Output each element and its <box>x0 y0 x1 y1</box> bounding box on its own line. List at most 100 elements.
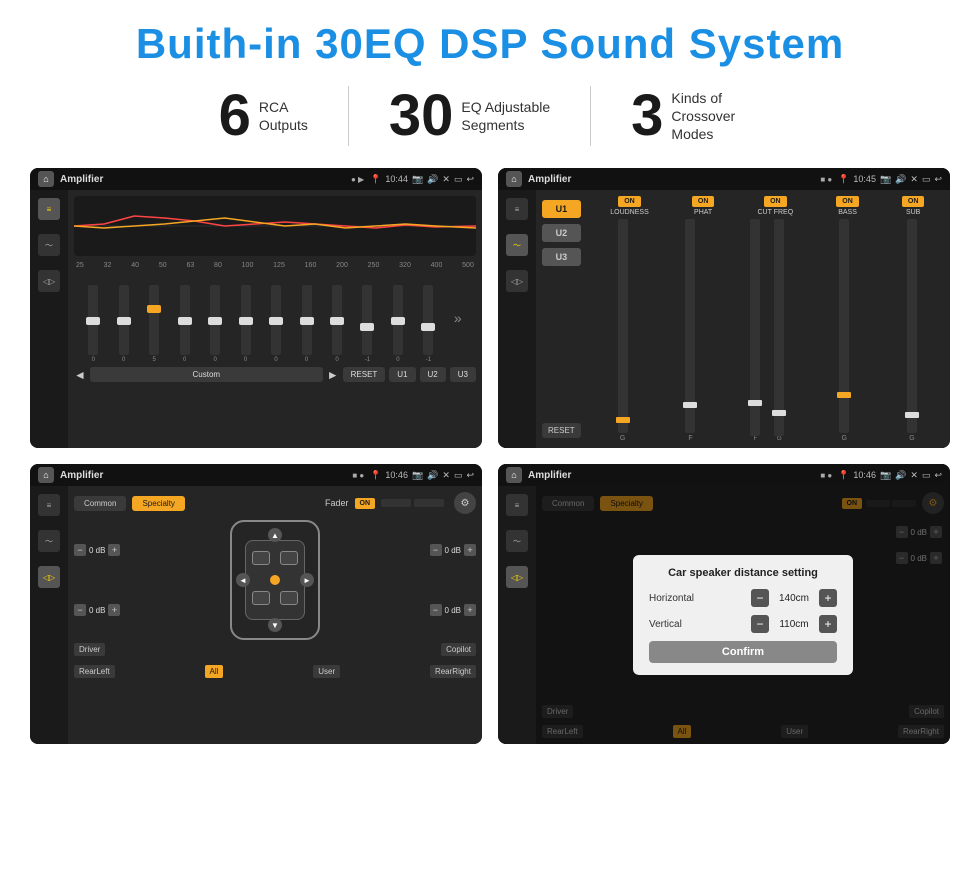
all-btn[interactable]: All <box>205 665 224 678</box>
speaker-icon-3[interactable]: ◁▷ <box>38 566 60 588</box>
reset-btn[interactable]: RESET <box>343 367 386 382</box>
db-plus-tr[interactable]: + <box>464 544 476 556</box>
location-icon-4: 📍 <box>838 470 849 481</box>
db-plus-tl[interactable]: + <box>108 544 120 556</box>
screen1-sidebar: ≡ 〜 ◁▷ <box>30 190 68 448</box>
wave-icon-3[interactable]: 〜 <box>38 530 60 552</box>
status-bar-3: ⌂ Amplifier ■ ● 📍 10:46 📷 🔊 ✕ ▭ ↩ <box>30 464 482 486</box>
prev-btn[interactable]: ◄ <box>74 368 86 382</box>
u-buttons: U1 U2 U3 RESET <box>542 196 585 442</box>
speaker-icon-2[interactable]: ◁▷ <box>506 270 528 292</box>
screen3-sidebar: ≡ 〜 ◁▷ <box>30 486 68 744</box>
eq-slider-1: 0 <box>119 285 129 363</box>
stat-number-crossover: 3 <box>631 87 663 145</box>
vertical-minus[interactable]: − <box>751 615 769 633</box>
screen2-reset[interactable]: RESET <box>542 423 581 438</box>
loudness-on[interactable]: ON <box>618 196 641 207</box>
db-plus-br[interactable]: + <box>464 604 476 616</box>
copilot-btn[interactable]: Copilot <box>441 643 476 656</box>
fader-on[interactable]: ON <box>355 498 376 509</box>
eq-slider-9: -1 <box>362 285 372 363</box>
wave-icon-2[interactable]: 〜 <box>506 234 528 256</box>
arrow-down[interactable]: ▼ <box>268 618 282 632</box>
location-icon-3: 📍 <box>370 470 381 481</box>
app-name-2: Amplifier <box>528 174 814 185</box>
db-minus-bl[interactable]: − <box>74 604 86 616</box>
ch-phat: ON PHAT <box>692 196 715 216</box>
db-minus-br[interactable]: − <box>430 604 442 616</box>
next-btn[interactable]: ► <box>327 368 339 382</box>
rearleft-btn[interactable]: RearLeft <box>74 665 115 678</box>
speaker-icon[interactable]: ◁▷ <box>38 270 60 292</box>
wave-icon-4[interactable]: 〜 <box>506 530 528 552</box>
seat-rl <box>252 591 270 605</box>
custom-preset[interactable]: Custom <box>90 367 323 382</box>
volume-icon-4: 🔊 <box>895 470 906 481</box>
u3-button[interactable]: U3 <box>542 248 581 266</box>
page-container: Buith-in 30EQ DSP Sound System 6 RCA Out… <box>0 0 980 764</box>
eq-icon-2[interactable]: ≡ <box>506 198 528 220</box>
fader-tabs: Common Specialty Fader ON ⚙ <box>74 492 476 514</box>
status-bar-1: ⌂ Amplifier ● ▶ 📍 10:44 📷 🔊 ✕ ▭ ↩ <box>30 168 482 190</box>
eq-slider-10: 0 <box>393 285 403 363</box>
home-icon-4[interactable]: ⌂ <box>506 467 522 483</box>
close-icon-2: ✕ <box>910 174 918 185</box>
stat-crossover: 3 Kinds of Crossover Modes <box>591 87 801 145</box>
bass-on[interactable]: ON <box>836 196 859 207</box>
screen3-main: Common Specialty Fader ON ⚙ <box>68 486 482 744</box>
eq-icon-4[interactable]: ≡ <box>506 494 528 516</box>
back-icon-3: ↩ <box>466 470 474 481</box>
close-icon-3: ✕ <box>442 470 450 481</box>
seat-fr <box>280 551 298 565</box>
stat-label-eq: EQ Adjustable Segments <box>461 98 550 134</box>
arrow-left[interactable]: ◄ <box>236 573 250 587</box>
cutfreq-on[interactable]: ON <box>764 196 787 207</box>
fader-h-slider-1[interactable] <box>381 499 411 507</box>
camera-icon-4: 📷 <box>880 470 891 481</box>
phat-on[interactable]: ON <box>692 196 715 207</box>
wave-icon[interactable]: 〜 <box>38 234 60 256</box>
eq-icon[interactable]: ≡ <box>38 198 60 220</box>
u2-btn[interactable]: U2 <box>420 367 446 382</box>
screen1-main: 25 32 40 50 63 80 100 125 160 200 250 32… <box>68 190 482 448</box>
eq-sliders: 0 0 5 0 <box>74 273 476 363</box>
seat-fl <box>252 551 270 565</box>
home-icon-3[interactable]: ⌂ <box>38 467 54 483</box>
user-btn[interactable]: User <box>313 665 340 678</box>
arrow-right[interactable]: ► <box>300 573 314 587</box>
speaker-icon-4[interactable]: ◁▷ <box>506 566 528 588</box>
dialog-overlay: Car speaker distance setting Horizontal … <box>536 486 950 744</box>
seat-rr <box>280 591 298 605</box>
u1-button[interactable]: U1 <box>542 200 581 218</box>
volume-icon-1: 🔊 <box>427 174 438 185</box>
u2-button[interactable]: U2 <box>542 224 581 242</box>
horizontal-ctrl: − 140cm + <box>751 589 837 607</box>
u3-btn[interactable]: U3 <box>450 367 476 382</box>
settings-icon-3[interactable]: ⚙ <box>454 492 476 514</box>
home-icon-2[interactable]: ⌂ <box>506 171 522 187</box>
location-icon-1: 📍 <box>370 174 381 185</box>
status-icons-2: 📍 10:45 📷 🔊 ✕ ▭ ↩ <box>838 174 942 185</box>
common-tab[interactable]: Common <box>74 496 126 511</box>
status-icons-1: 📍 10:44 📷 🔊 ✕ ▭ ↩ <box>370 174 474 185</box>
home-icon-1[interactable]: ⌂ <box>38 171 54 187</box>
db-plus-bl[interactable]: + <box>108 604 120 616</box>
confirm-button[interactable]: Confirm <box>649 641 837 663</box>
left-controls: − 0 dB + − 0 dB + <box>74 520 120 640</box>
db-minus-tl[interactable]: − <box>74 544 86 556</box>
driver-btn[interactable]: Driver <box>74 643 105 656</box>
sub-on[interactable]: ON <box>902 196 925 207</box>
db-minus-tr[interactable]: − <box>430 544 442 556</box>
horizontal-plus[interactable]: + <box>819 589 837 607</box>
vertical-plus[interactable]: + <box>819 615 837 633</box>
fader-h-slider-2[interactable] <box>414 499 444 507</box>
u1-btn[interactable]: U1 <box>389 367 415 382</box>
rearright-btn[interactable]: RearRight <box>430 665 476 678</box>
back-icon-1: ↩ <box>466 174 474 185</box>
specialty-tab[interactable]: Specialty <box>132 496 184 511</box>
arrow-up[interactable]: ▲ <box>268 528 282 542</box>
more-icon[interactable]: » <box>454 310 462 326</box>
horizontal-minus[interactable]: − <box>751 589 769 607</box>
eq-freq-labels: 25 32 40 50 63 80 100 125 160 200 250 32… <box>74 262 476 269</box>
eq-icon-3[interactable]: ≡ <box>38 494 60 516</box>
